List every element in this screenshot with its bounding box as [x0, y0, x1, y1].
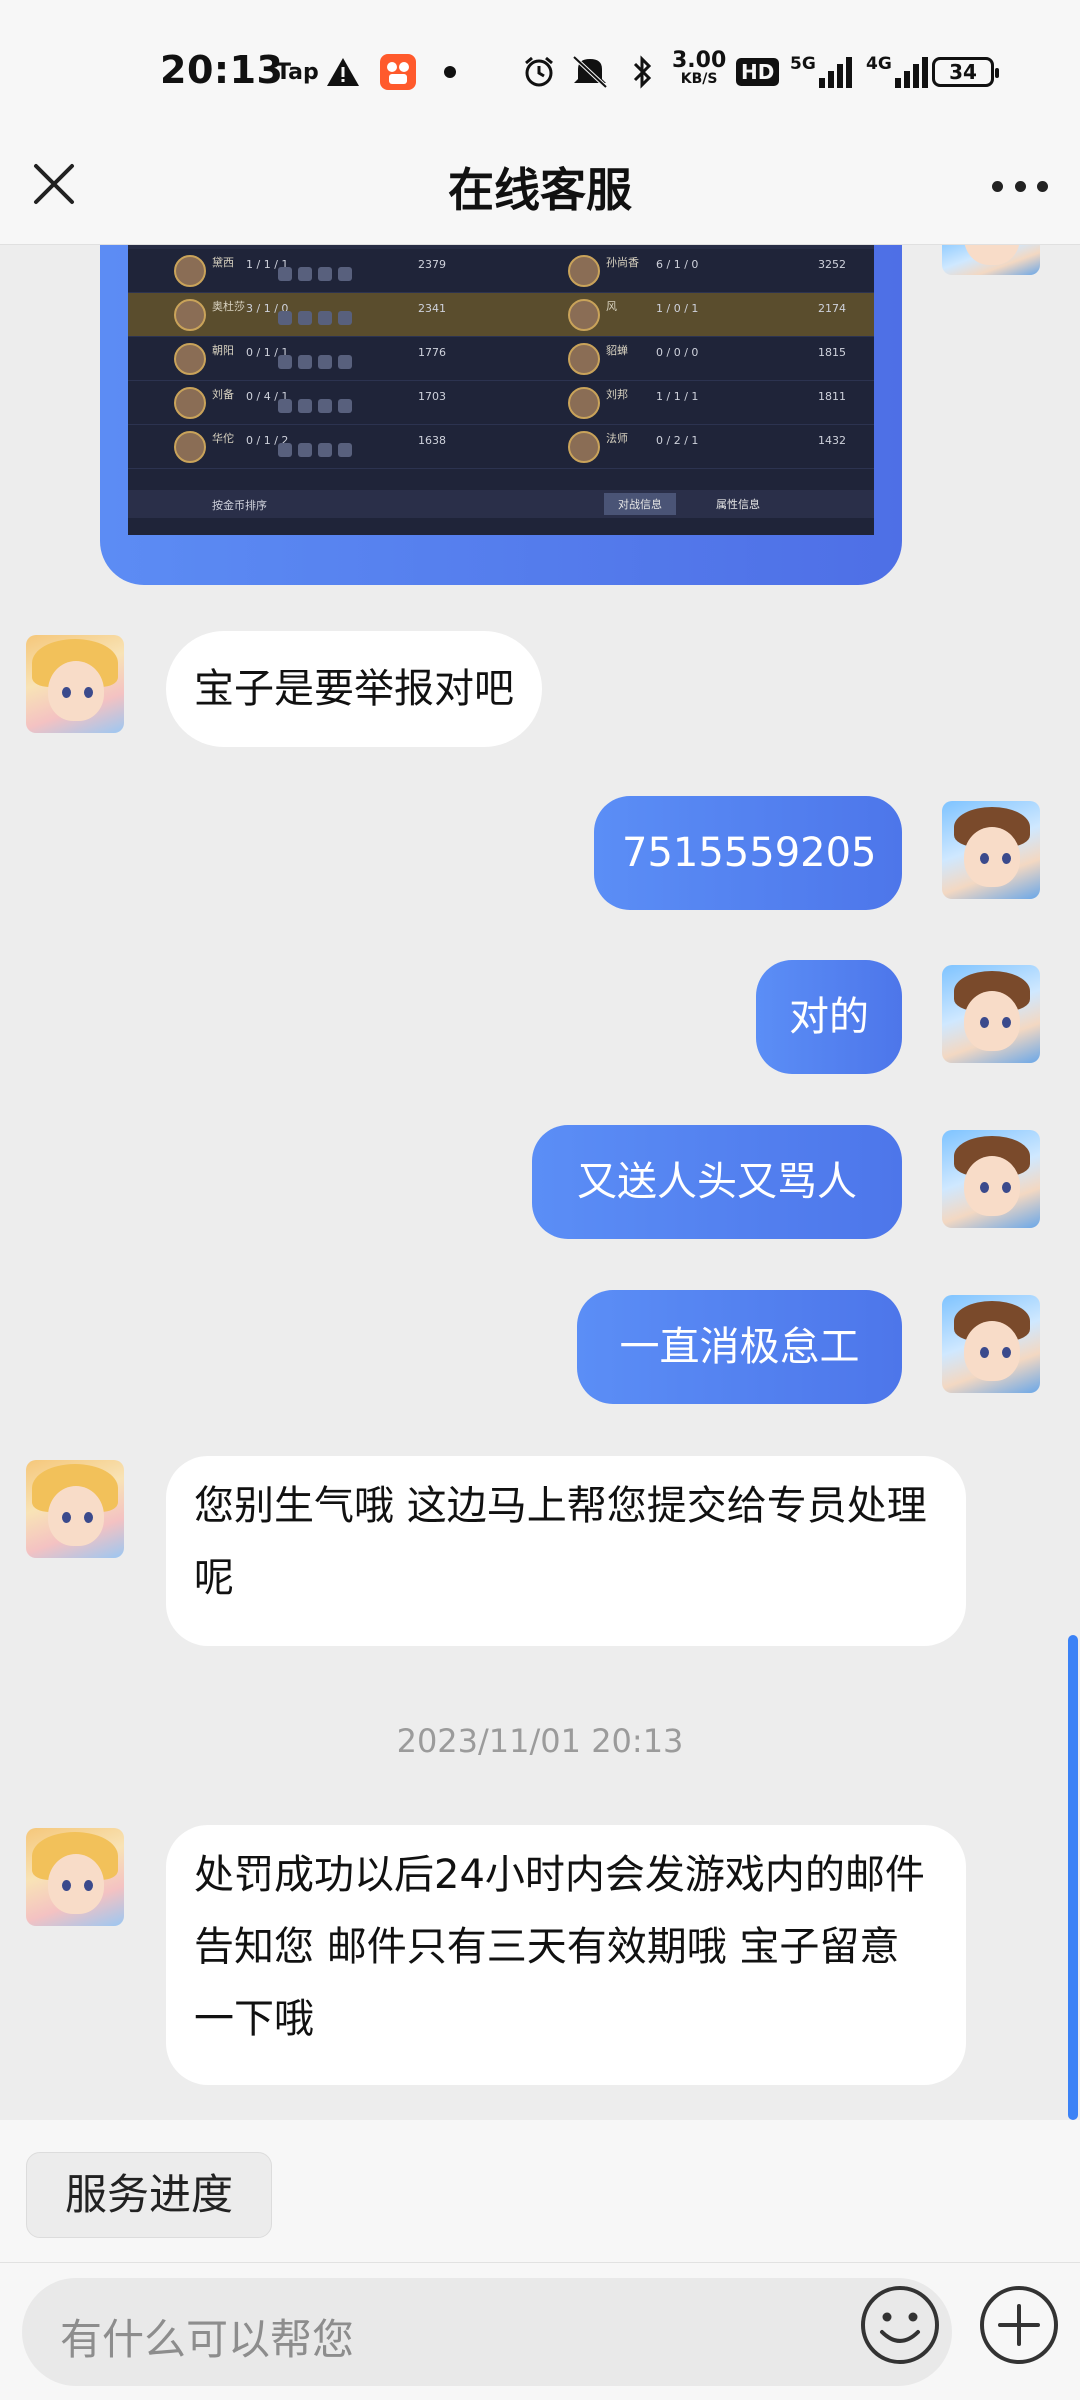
divider	[0, 2262, 1080, 2263]
battery-icon: 34	[932, 54, 999, 90]
user-avatar[interactable]	[942, 245, 1040, 275]
user-avatar[interactable]	[942, 801, 1040, 899]
user-message-bubble: 7515559205	[594, 796, 902, 910]
dot-icon	[1014, 180, 1026, 192]
scoreboard-row: 刘备 0 / 4 / 1 1703	[128, 381, 874, 425]
network-speed: 3.00 KB/S	[672, 48, 727, 87]
agent-avatar[interactable]	[26, 635, 124, 733]
game-scoreboard-image: 黛西 1 / 1 / 1 2379 奥杜莎 3 / 1 / 0 2341 朝阳 …	[128, 245, 874, 535]
chat-scrollbar[interactable]	[1068, 245, 1078, 2120]
status-bar: 20:13 Tap 3.00 KB/S HD 5G 4G 34	[0, 0, 1080, 140]
bluetooth-icon	[632, 54, 654, 90]
add-attachment-button[interactable]	[976, 2282, 1062, 2368]
user-avatar[interactable]	[942, 1130, 1040, 1228]
user-avatar[interactable]	[942, 1295, 1040, 1393]
emoji-button[interactable]	[857, 2282, 943, 2368]
status-time: 20:13	[160, 48, 284, 92]
user-message-bubble: 一直消极怠工	[577, 1290, 902, 1404]
service-progress-button[interactable]: 服务进度	[26, 2152, 272, 2238]
tab-battle-info: 对战信息	[604, 493, 676, 515]
tap-app-icon: Tap	[276, 59, 319, 85]
smiley-icon	[861, 2286, 939, 2364]
page-title: 在线客服	[448, 163, 632, 217]
more-options-button[interactable]	[992, 176, 1048, 196]
dot-icon	[1037, 180, 1048, 192]
chat-area[interactable]: 黛西 1 / 1 / 1 2379 奥杜莎 3 / 1 / 0 2341 朝阳 …	[0, 245, 1080, 2120]
agent-message-bubble: 宝子是要举报对吧	[166, 631, 542, 747]
sort-label: 按金币排序	[212, 499, 267, 512]
scoreboard-row: 朝阳 0 / 1 / 1 1776	[128, 337, 874, 381]
scoreboard-row: 华佗 0 / 1 / 2 1638	[128, 425, 874, 469]
title-bar: 在线客服	[0, 140, 1080, 245]
user-message-bubble: 又送人头又骂人	[532, 1125, 902, 1239]
agent-message-bubble: 您别生气哦 这边马上帮您提交给专员处理呢	[166, 1456, 966, 1646]
mute-icon	[570, 54, 610, 90]
agent-avatar[interactable]	[26, 1460, 124, 1558]
user-message-bubble: 对的	[756, 960, 902, 1074]
scoreboard-row: 奥杜莎 3 / 1 / 0 2341	[128, 293, 874, 337]
user-avatar[interactable]	[942, 965, 1040, 1063]
alarm-icon	[522, 54, 556, 90]
hd-icon: HD	[736, 54, 780, 90]
input-placeholder: 有什么可以帮您	[60, 2315, 355, 2364]
dot-icon	[992, 180, 1003, 192]
notification-dot-icon	[444, 54, 456, 90]
agent-avatar[interactable]	[26, 1828, 124, 1926]
tab-attribute-info: 属性信息	[716, 498, 760, 511]
warning-icon	[326, 54, 360, 90]
screenshot-message[interactable]: 黛西 1 / 1 / 1 2379 奥杜莎 3 / 1 / 0 2341 朝阳 …	[100, 245, 902, 585]
plus-circle-icon	[980, 2286, 1058, 2364]
signal-5g-icon: 5G	[790, 54, 852, 90]
kuaishou-app-icon	[380, 54, 416, 90]
agent-message-bubble: 处罚成功以后24小时内会发游戏内的邮件告知您 邮件只有三天有效期哦 宝子留意一下…	[166, 1825, 966, 2085]
message-timestamp: 2023/11/01 20:13	[396, 1722, 684, 1760]
message-input[interactable]: 有什么可以帮您	[22, 2278, 952, 2386]
scoreboard-row: 黛西 1 / 1 / 1 2379	[128, 249, 874, 293]
scrollbar-thumb[interactable]	[1068, 1635, 1078, 2120]
signal-4g-icon: 4G	[866, 54, 928, 90]
